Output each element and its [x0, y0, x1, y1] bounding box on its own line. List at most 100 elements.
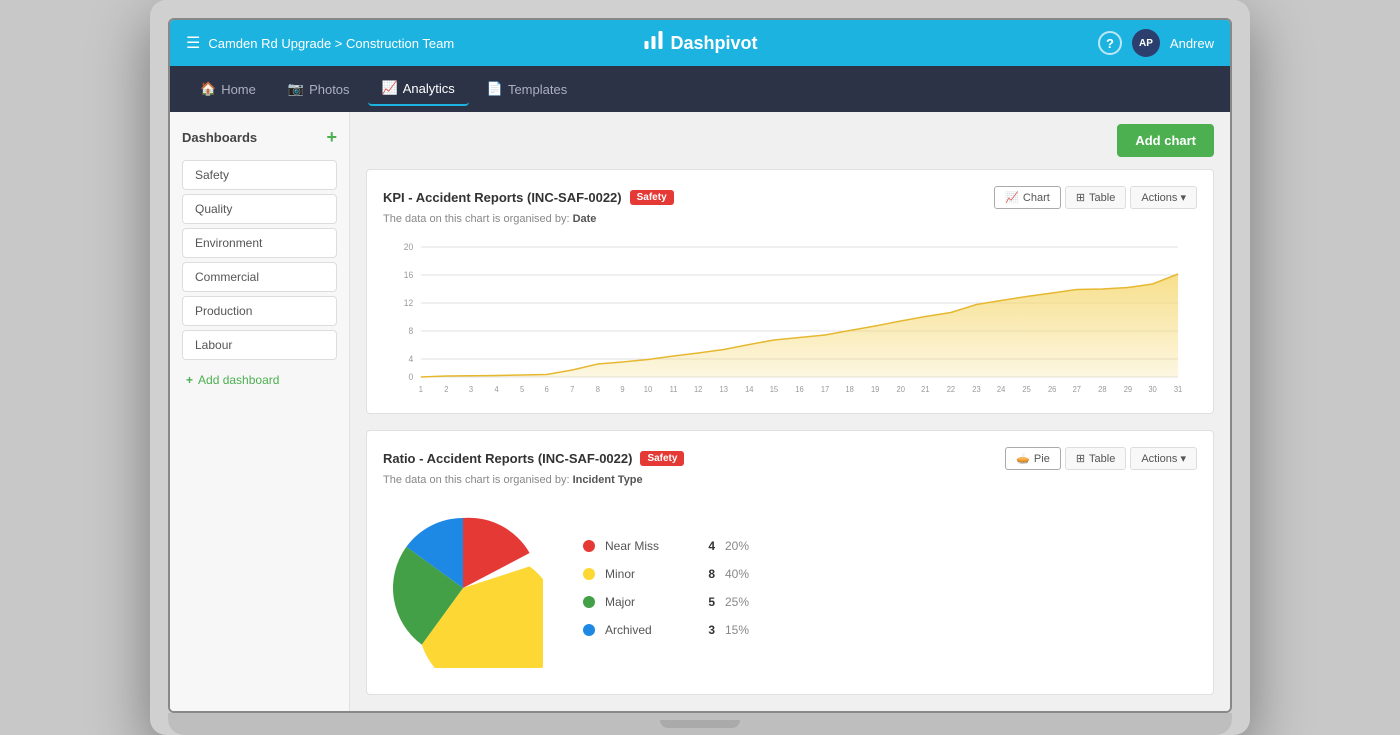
content-area: Add chart KPI - Accident Reports (INC-SA… — [350, 112, 1230, 711]
svg-text:13: 13 — [720, 385, 728, 394]
table-icon: ⊞ — [1076, 191, 1085, 204]
svg-text:30: 30 — [1148, 385, 1157, 394]
chart-badge-1: Safety — [630, 190, 674, 205]
legend-value-nearmiss: 4 — [695, 539, 715, 553]
nav-item-templates[interactable]: 📄 Templates — [473, 73, 581, 105]
legend-item-minor: Minor 8 40% — [583, 567, 760, 581]
area-fill — [421, 274, 1178, 377]
navbar: 🏠 Home 📷 Photos 📈 Analytics 📄 Templates — [170, 66, 1230, 112]
add-dashboard-label: Add dashboard — [198, 373, 279, 387]
svg-text:19: 19 — [871, 385, 879, 394]
svg-text:4: 4 — [409, 354, 414, 364]
nav-item-home[interactable]: 🏠 Home — [186, 73, 270, 105]
svg-text:1: 1 — [419, 385, 423, 394]
svg-text:22: 22 — [947, 385, 955, 394]
svg-text:23: 23 — [972, 385, 980, 394]
chart-icon: 📈 — [1005, 191, 1019, 204]
svg-text:16: 16 — [795, 385, 803, 394]
svg-text:12: 12 — [404, 298, 414, 308]
svg-text:2: 2 — [444, 385, 448, 394]
svg-text:26: 26 — [1048, 385, 1056, 394]
svg-text:9: 9 — [620, 385, 624, 394]
svg-text:11: 11 — [670, 385, 678, 394]
sidebar-item-safety[interactable]: Safety — [182, 160, 337, 190]
area-chart-svg: 0 4 8 12 16 20 — [383, 237, 1197, 397]
svg-text:5: 5 — [520, 385, 524, 394]
chart-subtitle-field-1: Date — [573, 213, 597, 225]
pie-icon: 🥧 — [1016, 452, 1030, 465]
svg-text:16: 16 — [404, 270, 414, 280]
sidebar-item-labour[interactable]: Labour — [182, 330, 337, 360]
chart-title-2: Ratio - Accident Reports (INC-SAF-0022) — [383, 451, 632, 466]
breadcrumb: Camden Rd Upgrade > Construction Team — [208, 36, 454, 51]
pie-svg — [383, 508, 543, 668]
chart-actions-btn[interactable]: Actions ▾ — [1130, 186, 1197, 209]
add-dashboard-button[interactable]: + Add dashboard — [182, 366, 337, 394]
legend-label-major: Major — [605, 595, 685, 609]
analytics-icon: 📈 — [382, 80, 398, 96]
add-dashboard-icon: + — [186, 373, 193, 387]
svg-text:10: 10 — [644, 385, 653, 394]
svg-text:27: 27 — [1073, 385, 1081, 394]
sidebar-item-production[interactable]: Production — [182, 296, 337, 326]
chart-subtitle-1: The data on this chart is organised by: … — [383, 213, 1197, 225]
sidebar-title: Dashboards — [182, 130, 257, 145]
brand-area: Dashpivot — [642, 29, 757, 57]
brand-name: Dashpivot — [670, 33, 757, 54]
sidebar-add-button[interactable]: + — [326, 128, 337, 146]
legend-label-archived: Archived — [605, 623, 685, 637]
svg-text:24: 24 — [997, 385, 1006, 394]
table-view-label-2: Table — [1089, 453, 1115, 465]
chart-title-row-1: KPI - Accident Reports (INC-SAF-0022) Sa… — [383, 190, 674, 205]
svg-text:7: 7 — [570, 385, 574, 394]
avatar: AP — [1132, 29, 1160, 57]
chart-badge-2: Safety — [640, 451, 684, 466]
sidebar-item-environment[interactable]: Environment — [182, 228, 337, 258]
chart-card-2-header: Ratio - Accident Reports (INC-SAF-0022) … — [383, 447, 1197, 470]
legend-dot-nearmiss — [583, 540, 595, 552]
svg-text:8: 8 — [409, 326, 414, 336]
chart-title-1: KPI - Accident Reports (INC-SAF-0022) — [383, 190, 622, 205]
chart-view-chart-btn[interactable]: 📈 Chart — [994, 186, 1061, 209]
chart-view-table-btn[interactable]: ⊞ Table — [1065, 186, 1127, 209]
table-view-label: Table — [1089, 192, 1115, 204]
chart-controls-2: 🥧 Pie ⊞ Table Actions ▾ — [1005, 447, 1197, 470]
pie-view-table-btn[interactable]: ⊞ Table — [1065, 447, 1127, 470]
topbar-right: ? AP Andrew — [1098, 29, 1214, 57]
legend-pct-major: 25% — [725, 595, 760, 609]
photos-icon: 📷 — [288, 81, 304, 97]
line-chart-1: 0 4 8 12 16 20 — [383, 237, 1197, 397]
table-icon-2: ⊞ — [1076, 452, 1085, 465]
legend-pct-minor: 40% — [725, 567, 760, 581]
pie-legend: Near Miss 4 20% Minor 8 40% — [583, 539, 760, 637]
hamburger-icon[interactable]: ☰ — [186, 33, 200, 53]
svg-text:6: 6 — [545, 385, 549, 394]
svg-text:0: 0 — [409, 372, 414, 382]
help-button[interactable]: ? — [1098, 31, 1122, 55]
chart-view-label: Chart — [1023, 192, 1050, 204]
svg-text:17: 17 — [821, 385, 829, 394]
svg-text:25: 25 — [1022, 385, 1030, 394]
chart-controls-1: 📈 Chart ⊞ Table Actions ▾ — [994, 186, 1197, 209]
chart-title-row-2: Ratio - Accident Reports (INC-SAF-0022) … — [383, 451, 684, 466]
sidebar-item-quality[interactable]: Quality — [182, 194, 337, 224]
add-chart-button[interactable]: Add chart — [1117, 124, 1214, 157]
pie-actions-btn[interactable]: Actions ▾ — [1130, 447, 1197, 470]
nav-label-analytics: Analytics — [403, 81, 455, 96]
topbar: ☰ Camden Rd Upgrade > Construction Team … — [170, 20, 1230, 66]
svg-text:14: 14 — [745, 385, 754, 394]
legend-label-nearmiss: Near Miss — [605, 539, 685, 553]
chart-subtitle-2: The data on this chart is organised by: … — [383, 474, 1197, 486]
content-header: Add chart — [350, 112, 1230, 169]
sidebar-item-commercial[interactable]: Commercial — [182, 262, 337, 292]
nav-label-templates: Templates — [508, 82, 567, 97]
legend-dot-minor — [583, 568, 595, 580]
pie-view-pie-btn[interactable]: 🥧 Pie — [1005, 447, 1061, 470]
nav-item-analytics[interactable]: 📈 Analytics — [368, 72, 469, 106]
user-name: Andrew — [1170, 36, 1214, 51]
nav-item-photos[interactable]: 📷 Photos — [274, 73, 364, 105]
svg-text:28: 28 — [1098, 385, 1106, 394]
legend-dot-major — [583, 596, 595, 608]
legend-value-major: 5 — [695, 595, 715, 609]
svg-text:8: 8 — [596, 385, 600, 394]
